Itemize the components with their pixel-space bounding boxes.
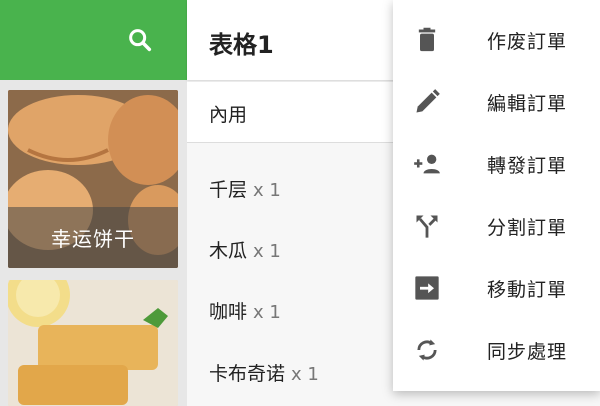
product-tile[interactable]: [8, 280, 178, 406]
trash-icon: [418, 27, 436, 52]
order-item[interactable]: 木瓜 x 1: [209, 236, 281, 263]
item-name: 千层: [209, 179, 248, 201]
product-panel: 幸运饼干: [0, 0, 187, 406]
dessert-image: [8, 280, 178, 406]
person-forward-icon: [414, 154, 440, 174]
order-item[interactable]: 千层 x 1: [209, 175, 281, 202]
product-tile[interactable]: 幸运饼干: [8, 90, 178, 268]
sync-icon: [417, 339, 437, 361]
menu-item-sync[interactable]: 同步處理: [393, 319, 600, 381]
order-item[interactable]: 咖啡 x 1: [209, 297, 281, 324]
item-name: 木瓜: [209, 240, 248, 262]
menu-item-edit-order[interactable]: 編輯訂單: [393, 71, 600, 133]
move-icon: [415, 276, 439, 300]
split-icon: [416, 215, 438, 238]
menu-item-transfer-order[interactable]: 轉發訂單: [393, 133, 600, 195]
menu-item-label: 分割訂單: [487, 217, 568, 239]
item-name: 咖啡: [209, 301, 248, 323]
product-label: 幸运饼干: [8, 207, 178, 268]
search-icon[interactable]: [126, 26, 154, 54]
order-actions-menu: 作废訂單 編輯訂單 轉發訂單 分割訂單 移動訂單 同步處理: [393, 0, 600, 391]
item-name: 卡布奇诺: [209, 363, 286, 385]
product-toolbar: [0, 0, 187, 80]
order-item[interactable]: 卡布奇诺 x 1: [209, 359, 319, 386]
menu-item-move-order[interactable]: 移動訂單: [393, 257, 600, 319]
item-qty: x 1: [253, 302, 281, 323]
pencil-icon: [416, 89, 440, 113]
menu-item-void-order[interactable]: 作废訂單: [393, 9, 600, 71]
menu-item-label: 作废訂單: [487, 31, 568, 53]
menu-item-label: 編輯訂單: [487, 93, 568, 115]
menu-item-label: 轉發訂單: [487, 155, 568, 177]
item-qty: x 1: [253, 241, 281, 262]
item-qty: x 1: [291, 364, 319, 385]
menu-item-label: 移動訂單: [487, 279, 568, 301]
item-qty: x 1: [253, 180, 281, 201]
menu-item-label: 同步處理: [487, 341, 568, 363]
page-title: 表格1: [209, 31, 274, 59]
menu-item-split-order[interactable]: 分割訂單: [393, 195, 600, 257]
section-label: 內用: [209, 104, 248, 126]
